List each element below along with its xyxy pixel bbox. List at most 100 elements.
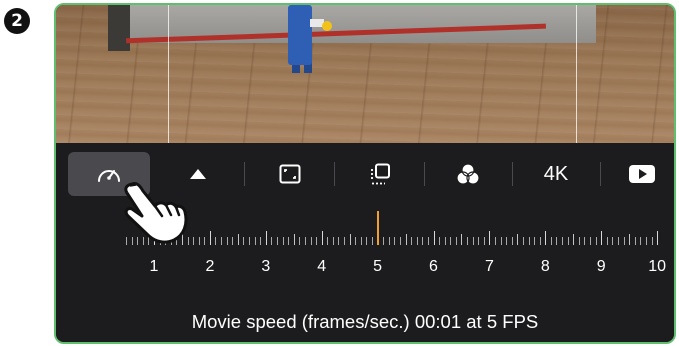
ruler-minor-tick: [226, 237, 228, 245]
toolbar-separator: [334, 162, 335, 186]
ruler-label: 5: [373, 258, 383, 275]
ruler-minor-tick: [645, 237, 647, 245]
grid-guide-line-left: [168, 5, 169, 143]
ruler-minor-tick: [411, 237, 413, 245]
ruler-minor-tick: [427, 237, 429, 245]
figure-body: [288, 5, 312, 65]
ruler-major-tick: [489, 231, 491, 245]
camera-preview: [56, 5, 674, 143]
ruler-minor-tick: [399, 237, 401, 245]
ruler-minor-tick: [467, 237, 469, 245]
grid-guide-line-right: [576, 5, 577, 143]
ruler-minor-tick: [282, 237, 284, 245]
ruler-minor-tick: [327, 237, 329, 245]
ruler-minor-tick: [332, 237, 334, 245]
ruler-label: 2: [205, 258, 215, 275]
ruler-label: 8: [540, 258, 550, 275]
ruler-minor-tick: [606, 237, 608, 245]
ruler-minor-tick: [383, 237, 385, 245]
ruler-major-tick: [265, 231, 267, 245]
frame-corners-icon: [279, 164, 301, 184]
ruler-minor-tick: [584, 237, 586, 245]
frame-button[interactable]: [268, 152, 312, 196]
ruler-minor-tick: [360, 237, 362, 245]
ruler-label: 6: [429, 258, 438, 275]
ruler-minor-tick: [522, 237, 524, 245]
preview-dark-post: [108, 5, 130, 51]
ruler-minor-tick: [271, 237, 273, 245]
ruler-minor-tick: [590, 237, 592, 245]
ruler-minor-tick: [249, 237, 251, 245]
ruler-minor-tick: [405, 234, 407, 245]
timeline-playhead[interactable]: [377, 211, 380, 245]
speed-timeline-labels: 1 2 3 4 5 6 7 8 9 10: [56, 258, 674, 280]
ruler-minor-tick: [573, 234, 575, 245]
ruler-minor-tick: [500, 237, 502, 245]
ruler-minor-tick: [439, 237, 441, 245]
app-screen: 4K 1 2 3 4 5 6 7 8 9 10 Movie speed (frames/sec.)…: [54, 3, 676, 344]
ruler-minor-tick: [232, 237, 234, 245]
ruler-minor-tick: [472, 237, 474, 245]
ruler-label: 4: [317, 258, 327, 275]
ruler-minor-tick: [511, 237, 513, 245]
toolbar-separator: [600, 162, 601, 186]
ruler-minor-tick: [651, 237, 653, 245]
ruler-minor-tick: [517, 234, 519, 245]
figure-hand: [322, 21, 332, 31]
ruler-minor-tick: [193, 237, 195, 245]
ruler-minor-tick: [640, 237, 642, 245]
ruler-major-tick: [601, 231, 603, 245]
triangle-up-icon: [190, 169, 206, 179]
ruler-minor-tick: [288, 237, 290, 245]
ruler-minor-tick: [310, 237, 312, 245]
ruler-minor-tick: [293, 234, 295, 245]
play-button[interactable]: [620, 152, 664, 196]
ruler-minor-tick: [349, 234, 351, 245]
ruler-major-tick: [545, 231, 547, 245]
ruler-minor-tick: [550, 237, 552, 245]
color-filter-button[interactable]: [446, 152, 490, 196]
ruler-label: 7: [484, 258, 494, 275]
ruler-minor-tick: [316, 237, 318, 245]
speedometer-icon: [98, 170, 120, 182]
ruler-minor-tick: [578, 237, 580, 245]
ruler-label: 9: [596, 258, 606, 275]
ruler-minor-tick: [372, 237, 373, 245]
toolbar-separator: [512, 162, 513, 186]
color-filter-icon: [456, 163, 480, 185]
ruler-minor-tick: [276, 237, 278, 245]
onion-skin-button[interactable]: [358, 152, 402, 196]
ruler-minor-tick: [444, 237, 446, 245]
ruler-minor-tick: [528, 237, 530, 245]
ruler-minor-tick: [461, 234, 463, 245]
ruler-major-tick: [433, 231, 435, 245]
ruler-minor-tick: [304, 237, 306, 245]
ruler-minor-tick: [416, 237, 418, 245]
ruler-major-tick: [321, 231, 323, 245]
ruler-minor-tick: [355, 237, 357, 245]
toolbar-separator: [424, 162, 425, 186]
ruler-minor-tick: [243, 237, 245, 245]
onion-skin-icon: [371, 163, 390, 185]
ruler-minor-tick: [198, 237, 200, 245]
ruler-minor-tick: [366, 237, 368, 245]
ruler-minor-tick: [506, 237, 508, 245]
ruler-minor-tick: [450, 237, 452, 245]
ruler-minor-tick: [394, 237, 396, 245]
ruler-minor-tick: [556, 237, 558, 245]
ruler-minor-tick: [215, 237, 217, 245]
ruler-minor-tick: [478, 237, 480, 245]
ruler-minor-tick: [204, 237, 206, 245]
ruler-minor-tick: [612, 237, 614, 245]
resolution-button[interactable]: 4K: [530, 152, 582, 196]
ruler-minor-tick: [299, 237, 301, 245]
ruler-minor-tick: [562, 237, 564, 245]
ruler-minor-tick: [260, 237, 262, 245]
ruler-minor-tick: [534, 237, 536, 245]
ruler-minor-tick: [623, 237, 625, 245]
ruler-minor-tick: [567, 237, 569, 245]
ruler-minor-tick: [221, 237, 223, 245]
ruler-minor-tick: [237, 234, 239, 245]
ruler-label: 10: [648, 258, 666, 275]
toolbar-separator: [244, 162, 245, 186]
